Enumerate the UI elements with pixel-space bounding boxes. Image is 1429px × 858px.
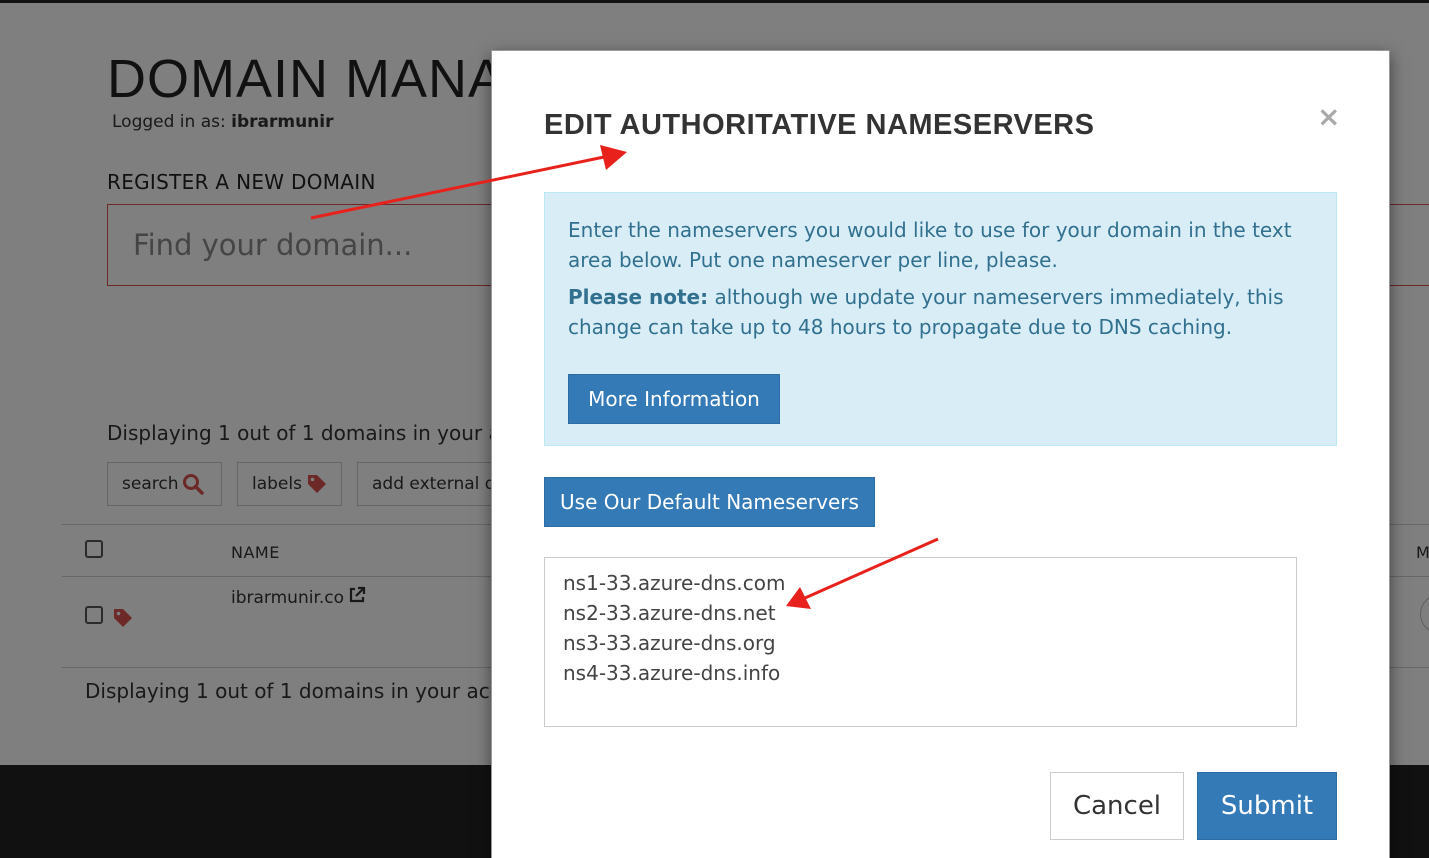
note-text: Please note: although we update your nam… bbox=[568, 282, 1313, 342]
more-information-button[interactable]: More Information bbox=[568, 374, 780, 424]
info-alert: Enter the nameservers you would like to … bbox=[544, 192, 1337, 446]
cancel-button[interactable]: Cancel bbox=[1050, 772, 1184, 840]
use-default-nameservers-button[interactable]: Use Our Default Nameservers bbox=[544, 477, 875, 527]
nameservers-textarea[interactable] bbox=[544, 557, 1297, 727]
info-text: Enter the nameservers you would like to … bbox=[568, 218, 1292, 272]
submit-button[interactable]: Submit bbox=[1197, 772, 1337, 840]
note-label: Please note: bbox=[568, 285, 709, 309]
modal-title: EDIT AUTHORITATIVE NAMESERVERS bbox=[544, 109, 1095, 141]
close-icon[interactable]: × bbox=[1317, 103, 1340, 131]
edit-nameservers-modal: EDIT AUTHORITATIVE NAMESERVERS × Enter t… bbox=[491, 50, 1390, 858]
